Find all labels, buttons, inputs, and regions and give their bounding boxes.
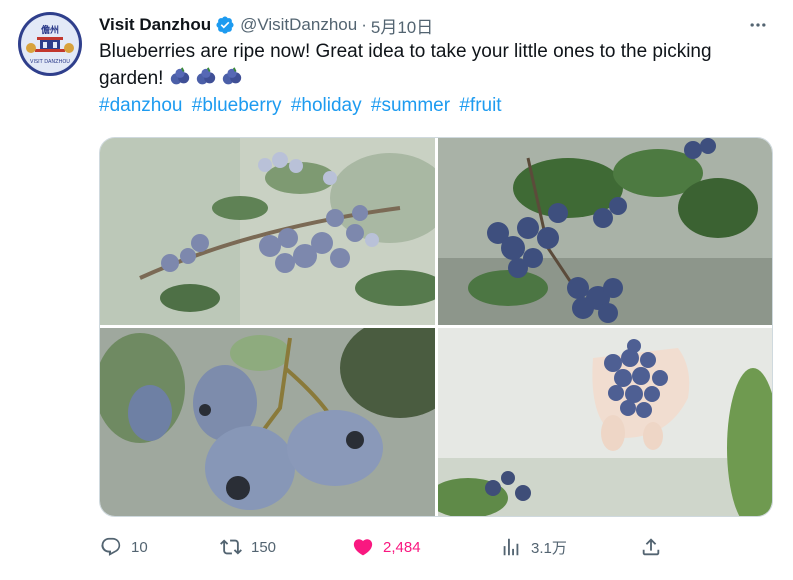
views-button[interactable]: 3.1万	[499, 528, 567, 566]
share-button[interactable]	[639, 528, 671, 566]
tweet-text: Blueberries are ripe now! Great idea to …	[99, 38, 779, 92]
like-button[interactable]: 2,484	[351, 528, 421, 566]
avatar-logo: 儋州 VISIT DANZHOU	[21, 15, 79, 73]
repost-button[interactable]: 150	[219, 528, 276, 566]
repost-icon	[219, 535, 243, 559]
hashtag-danzhou[interactable]: #danzhou	[99, 95, 182, 116]
blueberry-closeup-photo[interactable]	[100, 328, 435, 516]
hashtags: #danzhou #blueberry #holiday #summer #fr…	[99, 92, 506, 119]
repost-count: 150	[251, 538, 277, 556]
share-icon	[639, 535, 663, 559]
blueberry-emoji-icon	[222, 67, 241, 85]
hashtag-fruit[interactable]: #fruit	[459, 95, 501, 116]
avatar[interactable]: 儋州 VISIT DANZHOU	[18, 12, 82, 76]
blueberry-branch-photo[interactable]	[100, 138, 435, 325]
blueberry-cluster-photo[interactable]	[438, 138, 772, 325]
separator-dot: ·	[361, 15, 367, 34]
tweet-header: Visit Danzhou @VisitDanzhou · 5月10日	[99, 12, 781, 38]
avatar-caption-text: VISIT DANZHOU	[30, 59, 70, 65]
blueberries-in-hand-photo[interactable]	[438, 328, 772, 516]
tweet-date[interactable]: 5月10日	[371, 13, 433, 38]
hashtag-summer[interactable]: #summer	[371, 95, 450, 116]
hashtag-holiday[interactable]: #holiday	[291, 95, 362, 116]
views-chart-icon	[499, 535, 523, 559]
reply-button[interactable]: 10	[99, 528, 148, 566]
reply-count: 10	[131, 538, 148, 556]
like-count: 2,484	[383, 538, 421, 556]
reply-icon	[99, 535, 123, 559]
views-count: 3.1万	[531, 539, 567, 557]
more-options-icon[interactable]	[747, 14, 769, 36]
avatar-title-text: 儋州	[41, 24, 59, 36]
action-bar: 10 150 2,484 3.1万	[99, 528, 779, 566]
account-handle[interactable]: @VisitDanzhou	[240, 15, 357, 35]
hashtag-blueberry[interactable]: #blueberry	[192, 95, 282, 116]
verified-badge-icon	[215, 15, 235, 35]
account-name[interactable]: Visit Danzhou	[99, 15, 211, 35]
heart-icon	[351, 535, 375, 559]
blueberry-emoji-icon	[196, 67, 215, 85]
emoji-group	[169, 67, 247, 89]
blueberry-emoji-icon	[170, 67, 189, 85]
media-grid	[99, 137, 773, 517]
